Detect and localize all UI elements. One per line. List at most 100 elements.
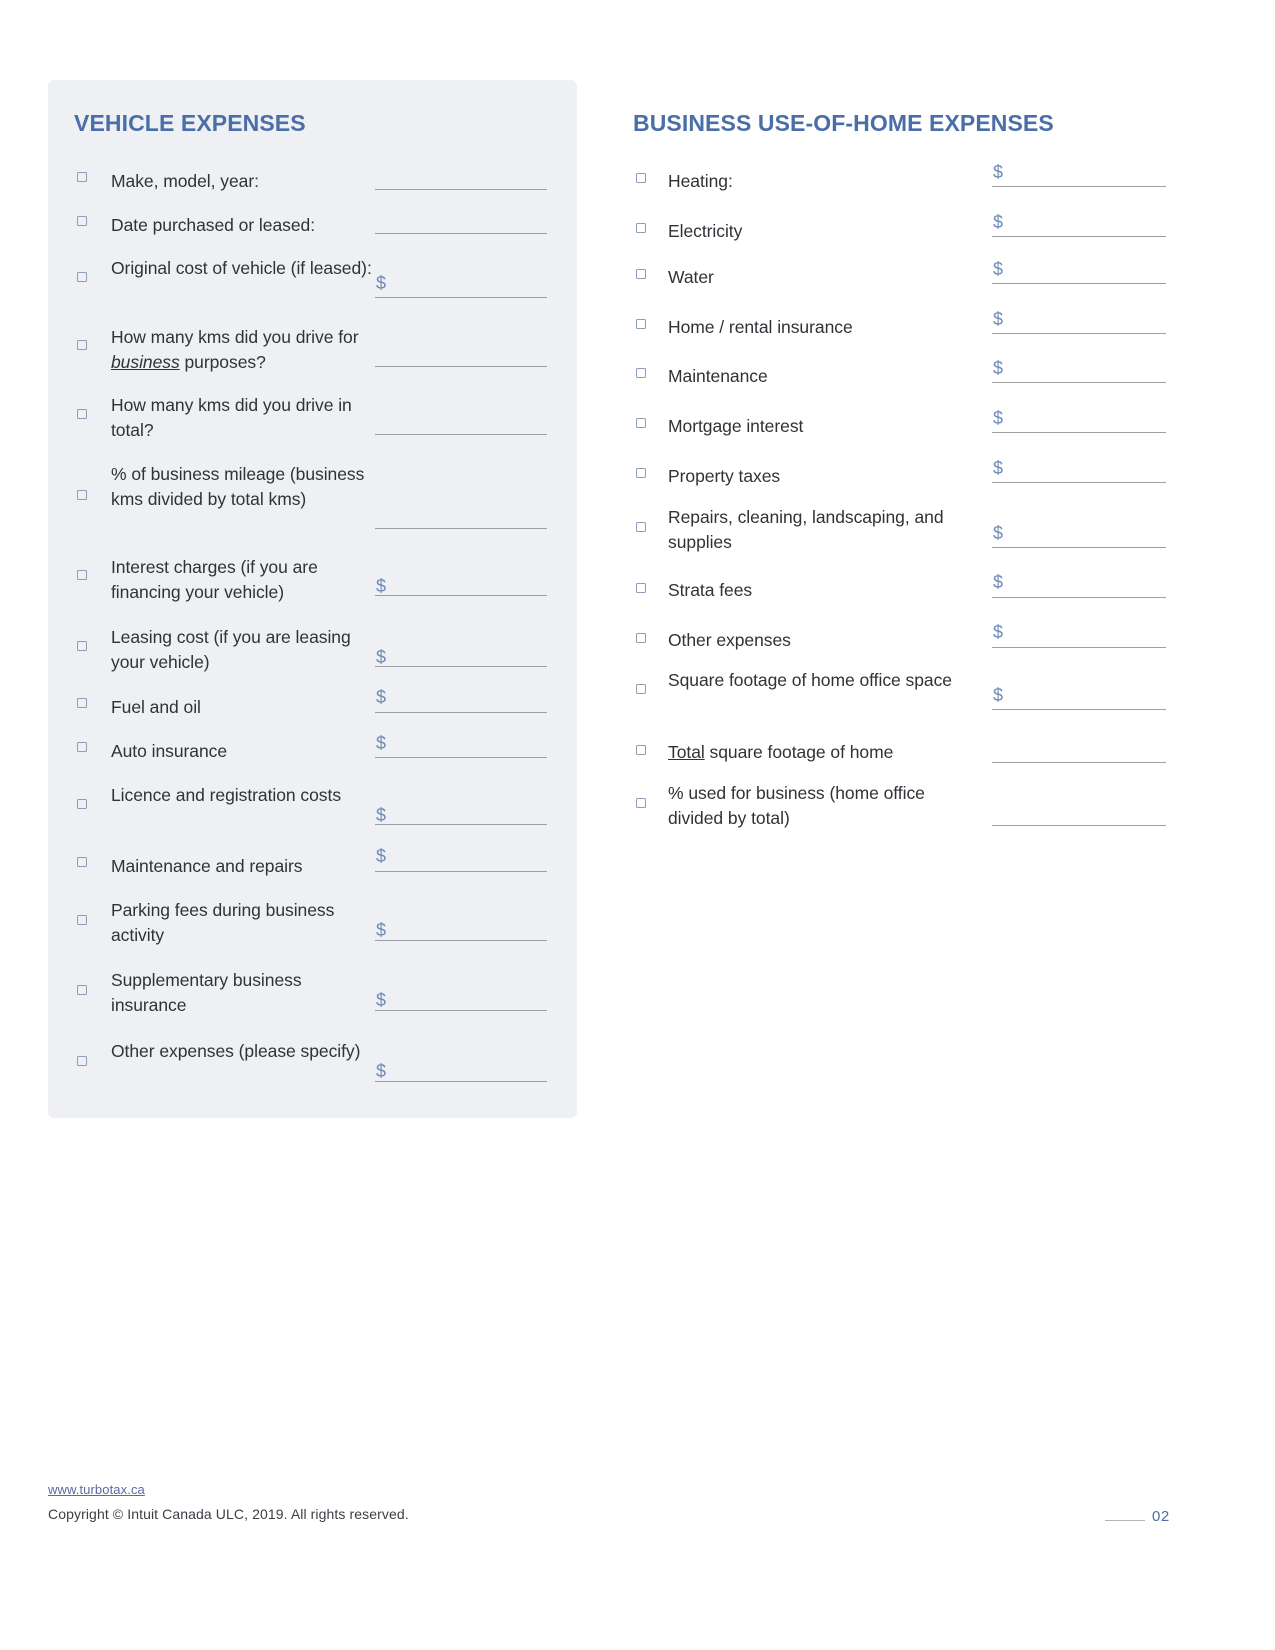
footer-website-link[interactable]: www.turbotax.ca bbox=[48, 1482, 145, 1497]
checkbox-vehicle-item-7[interactable] bbox=[77, 641, 87, 651]
label-vehicle-item-9: Auto insurance bbox=[111, 741, 228, 761]
checkbox-home-item-10[interactable] bbox=[636, 684, 646, 694]
label-vehicle-item-3: How many kms did you drive for business … bbox=[111, 327, 359, 372]
checkbox-vehicle-item-1[interactable] bbox=[77, 216, 87, 226]
write-in-line-vehicle-item-5[interactable] bbox=[375, 528, 547, 529]
write-in-line-home-item-4[interactable] bbox=[992, 382, 1166, 383]
write-in-line-vehicle-item-13[interactable] bbox=[375, 1010, 547, 1011]
checkbox-home-item-2[interactable] bbox=[636, 269, 646, 279]
currency-symbol-vehicle-item-11: $ bbox=[376, 846, 387, 866]
checkbox-home-item-1[interactable] bbox=[636, 223, 646, 233]
currency-symbol-home-item-3: $ bbox=[993, 309, 1004, 329]
checkbox-vehicle-item-6[interactable] bbox=[77, 570, 87, 580]
label-home-item-1: Electricity bbox=[668, 221, 743, 241]
checkbox-home-item-11[interactable] bbox=[636, 745, 646, 755]
label-home-item-9: Other expenses bbox=[668, 630, 791, 650]
checkbox-vehicle-item-4[interactable] bbox=[77, 409, 87, 419]
checkbox-vehicle-item-10[interactable] bbox=[77, 799, 87, 809]
label-home-item-8: Strata fees bbox=[668, 580, 753, 600]
write-in-line-vehicle-item-6[interactable] bbox=[375, 595, 547, 596]
currency-symbol-vehicle-item-7: $ bbox=[376, 647, 387, 667]
write-in-line-vehicle-item-7[interactable] bbox=[375, 666, 547, 667]
page-title-vehicle-expenses: VEHICLE EXPENSES bbox=[74, 110, 306, 136]
checkbox-home-item-3[interactable] bbox=[636, 319, 646, 329]
currency-symbol-vehicle-item-13: $ bbox=[376, 990, 387, 1010]
label-vehicle-item-12: Parking fees during business activity bbox=[111, 900, 335, 945]
checkbox-home-item-9[interactable] bbox=[636, 633, 646, 643]
checkbox-vehicle-item-5[interactable] bbox=[77, 490, 87, 500]
write-in-line-vehicle-item-9[interactable] bbox=[375, 757, 547, 758]
label-vehicle-item-8: Fuel and oil bbox=[111, 697, 201, 717]
page-number-rule bbox=[1105, 1520, 1145, 1521]
write-in-line-home-item-1[interactable] bbox=[992, 236, 1166, 237]
label-home-item-12: % used for business (home office divided… bbox=[668, 783, 925, 828]
write-in-line-home-item-6[interactable] bbox=[992, 482, 1166, 483]
write-in-line-vehicle-item-14[interactable] bbox=[375, 1081, 547, 1082]
write-in-line-home-item-5[interactable] bbox=[992, 432, 1166, 433]
checkbox-vehicle-item-12[interactable] bbox=[77, 915, 87, 925]
label-home-item-6: Property taxes bbox=[668, 466, 781, 486]
currency-symbol-home-item-0: $ bbox=[993, 162, 1004, 182]
checkbox-vehicle-item-13[interactable] bbox=[77, 985, 87, 995]
currency-symbol-home-item-4: $ bbox=[993, 358, 1004, 378]
label-home-item-10: Square footage of home office space bbox=[668, 670, 952, 690]
label-vehicle-item-0: Make, model, year: bbox=[111, 171, 259, 191]
write-in-line-vehicle-item-1[interactable] bbox=[375, 233, 547, 234]
checkbox-home-item-0[interactable] bbox=[636, 173, 646, 183]
write-in-line-vehicle-item-11[interactable] bbox=[375, 871, 547, 872]
label-home-item-11: Total square footage of home bbox=[668, 742, 894, 762]
write-in-line-vehicle-item-4[interactable] bbox=[375, 434, 547, 435]
currency-symbol-vehicle-item-9: $ bbox=[376, 733, 387, 753]
label-home-item-4: Maintenance bbox=[668, 366, 768, 386]
page-number: 02 bbox=[1152, 1508, 1170, 1525]
currency-symbol-vehicle-item-10: $ bbox=[376, 805, 387, 825]
label-vehicle-item-10: Licence and registration costs bbox=[111, 785, 342, 805]
label-vehicle-item-2: Original cost of vehicle (if leased): bbox=[111, 258, 372, 278]
write-in-line-vehicle-item-3[interactable] bbox=[375, 366, 547, 367]
checkbox-home-item-5[interactable] bbox=[636, 418, 646, 428]
write-in-line-home-item-8[interactable] bbox=[992, 597, 1166, 598]
write-in-line-home-item-10[interactable] bbox=[992, 709, 1166, 710]
write-in-line-home-item-0[interactable] bbox=[992, 186, 1166, 187]
currency-symbol-vehicle-item-12: $ bbox=[376, 920, 387, 940]
checkbox-vehicle-item-8[interactable] bbox=[77, 698, 87, 708]
checkbox-home-item-8[interactable] bbox=[636, 583, 646, 593]
write-in-line-vehicle-item-2[interactable] bbox=[375, 297, 547, 298]
checkbox-home-item-6[interactable] bbox=[636, 468, 646, 478]
write-in-line-vehicle-item-10[interactable] bbox=[375, 824, 547, 825]
currency-symbol-home-item-7: $ bbox=[993, 523, 1004, 543]
currency-symbol-home-item-1: $ bbox=[993, 212, 1004, 232]
write-in-line-vehicle-item-12[interactable] bbox=[375, 940, 547, 941]
footer-copyright: Copyright © Intuit Canada ULC, 2019. All… bbox=[48, 1506, 409, 1522]
checkbox-vehicle-item-3[interactable] bbox=[77, 340, 87, 350]
currency-symbol-vehicle-item-14: $ bbox=[376, 1061, 387, 1081]
label-home-item-3: Home / rental insurance bbox=[668, 317, 853, 337]
write-in-line-vehicle-item-8[interactable] bbox=[375, 712, 547, 713]
write-in-line-home-item-9[interactable] bbox=[992, 647, 1166, 648]
label-vehicle-item-6: Interest charges (if you are financing y… bbox=[111, 557, 318, 602]
checkbox-home-item-12[interactable] bbox=[636, 798, 646, 808]
write-in-line-home-item-7[interactable] bbox=[992, 547, 1166, 548]
checkbox-vehicle-item-9[interactable] bbox=[77, 742, 87, 752]
write-in-line-home-item-11[interactable] bbox=[992, 762, 1166, 763]
checkbox-vehicle-item-2[interactable] bbox=[77, 272, 87, 282]
write-in-line-home-item-2[interactable] bbox=[992, 283, 1166, 284]
label-vehicle-item-1: Date purchased or leased: bbox=[111, 215, 316, 235]
checkbox-home-item-7[interactable] bbox=[636, 522, 646, 532]
label-vehicle-item-7: Leasing cost (if you are leasing your ve… bbox=[111, 627, 351, 672]
checkbox-vehicle-item-0[interactable] bbox=[77, 172, 87, 182]
write-in-line-vehicle-item-0[interactable] bbox=[375, 189, 547, 190]
label-home-item-7: Repairs, cleaning, landscaping, and supp… bbox=[668, 507, 944, 552]
label-home-item-2: Water bbox=[668, 267, 714, 287]
write-in-line-home-item-3[interactable] bbox=[992, 333, 1166, 334]
checkbox-vehicle-item-14[interactable] bbox=[77, 1056, 87, 1066]
currency-symbol-home-item-5: $ bbox=[993, 408, 1004, 428]
write-in-line-home-item-12[interactable] bbox=[992, 825, 1166, 826]
label-vehicle-item-5: % of business mileage (business kms divi… bbox=[111, 464, 365, 509]
checkbox-vehicle-item-11[interactable] bbox=[77, 857, 87, 867]
currency-symbol-home-item-9: $ bbox=[993, 622, 1004, 642]
label-vehicle-item-13: Supplementary business insurance bbox=[111, 970, 302, 1015]
label-home-item-0: Heating: bbox=[668, 171, 733, 191]
checkbox-home-item-4[interactable] bbox=[636, 368, 646, 378]
page-canvas: VEHICLE EXPENSES BUSINESS USE-OF-HOME EX… bbox=[0, 0, 1275, 1650]
